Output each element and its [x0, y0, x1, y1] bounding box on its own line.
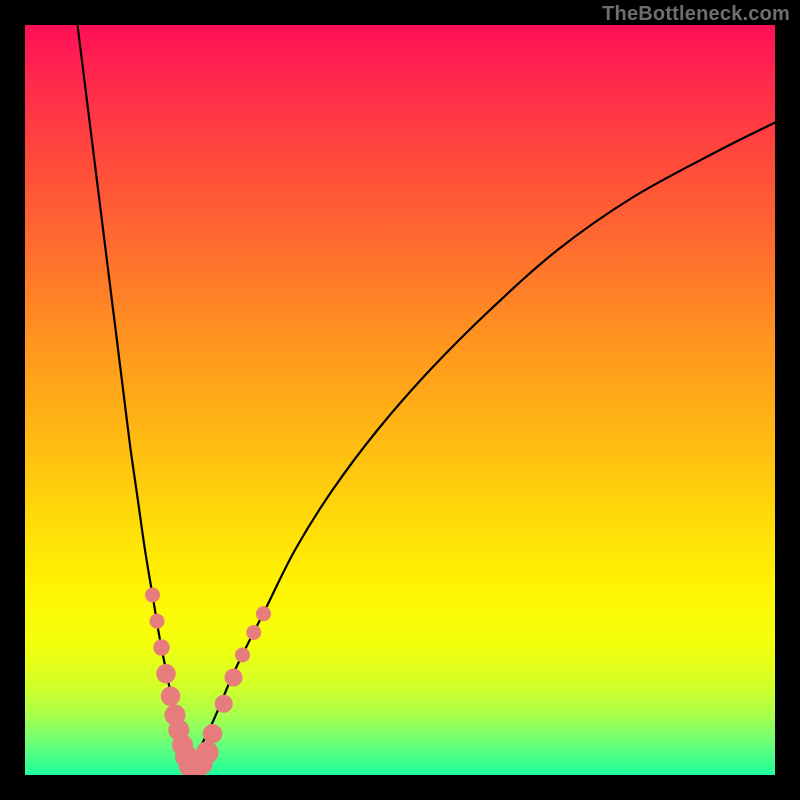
data-marker — [215, 695, 233, 713]
markers-group — [145, 588, 271, 776]
data-marker — [145, 588, 160, 603]
chart-frame: TheBottleneck.com — [0, 0, 800, 800]
data-marker — [153, 639, 170, 656]
curve-left-branch — [78, 25, 191, 768]
chart-svg — [25, 25, 775, 775]
watermark-text: TheBottleneck.com — [602, 3, 790, 26]
data-marker — [196, 741, 219, 764]
data-marker — [156, 664, 176, 684]
data-marker — [235, 648, 250, 663]
curves-group — [78, 25, 776, 768]
data-marker — [203, 724, 223, 744]
data-marker — [256, 606, 271, 621]
data-marker — [225, 669, 243, 687]
plot-area — [25, 25, 775, 775]
curve-right-branch — [190, 123, 775, 768]
data-marker — [150, 614, 165, 629]
data-marker — [246, 625, 261, 640]
data-marker — [161, 687, 181, 707]
